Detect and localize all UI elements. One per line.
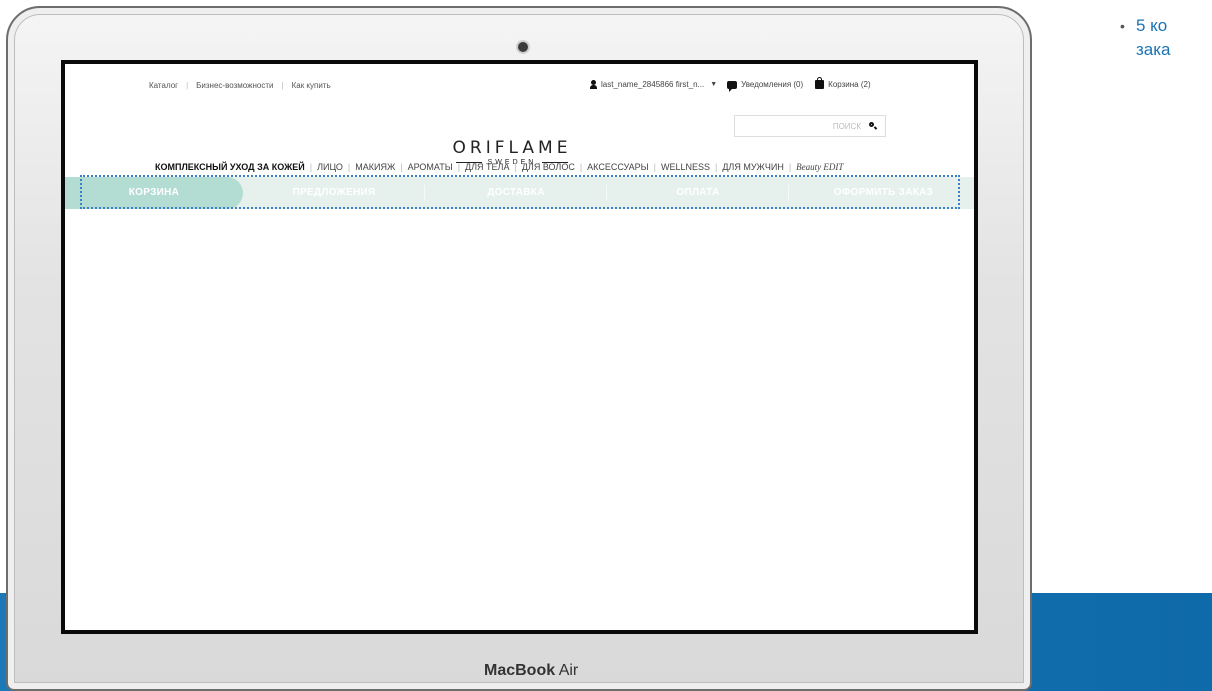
search-input[interactable]: ПОИСК xyxy=(734,115,886,137)
nav-makeup[interactable]: МАКИЯЖ xyxy=(355,162,395,172)
nav-men[interactable]: ДЛЯ МУЖЧИН xyxy=(722,162,784,172)
checkout-steps: КОРЗИНА ПРЕДЛОЖЕНИЯ ДОСТАВКА ОПЛАТА ОФОР… xyxy=(65,175,974,209)
category-nav: КОМПЛЕКСНЫЙ УХОД ЗА КОЖЕЙ | ЛИЦО | МАКИЯЖ | АР… xyxy=(155,162,843,172)
nav-wellness[interactable]: WELLNESS xyxy=(661,162,710,172)
logo-main-text: ORIFLAME xyxy=(452,138,572,158)
laptop-brand: MacBook Air xyxy=(484,662,578,680)
separator: | xyxy=(309,162,313,172)
bullet-line-2: зака xyxy=(1136,40,1171,59)
cart-bag-icon xyxy=(815,77,825,89)
top-link-how-to-buy[interactable]: Как купить xyxy=(292,81,331,90)
top-link-catalog[interactable]: Каталог xyxy=(149,81,178,90)
bullet-glyph: • xyxy=(1120,18,1125,34)
notifications-link[interactable]: Уведомления (0) xyxy=(741,80,803,89)
user-icon xyxy=(590,80,597,89)
nav-fragrances[interactable]: АРОМАТЫ xyxy=(408,162,453,172)
separator: | xyxy=(653,162,656,172)
nav-beauty-edit[interactable]: Beauty EDIT xyxy=(796,162,843,172)
user-area: last_name_2845866 first_n... ▼ Уведомлен… xyxy=(590,77,871,92)
cart-link[interactable]: Корзина (2) xyxy=(828,80,870,89)
nav-accessories[interactable]: АКСЕССУАРЫ xyxy=(587,162,648,172)
nav-hair[interactable]: ДЛЯ ВОЛОС xyxy=(522,162,575,172)
nav-face[interactable]: ЛИЦО xyxy=(317,162,343,172)
highlight-dotted-frame xyxy=(80,175,960,209)
separator: | xyxy=(347,162,351,172)
separator: | xyxy=(400,162,403,172)
separator: | xyxy=(514,162,517,172)
laptop-screen: Каталог | Бизнес-возможности | Как купить la… xyxy=(61,60,978,634)
separator: | xyxy=(714,162,718,172)
brand-light: Air xyxy=(555,662,579,679)
separator: | xyxy=(579,162,583,172)
separator: | xyxy=(788,162,792,172)
top-link-business[interactable]: Бизнес-возможности xyxy=(196,81,273,90)
separator: | xyxy=(186,81,189,90)
user-name[interactable]: last_name_2845866 first_n... xyxy=(601,80,704,89)
slide-bullet-text: • 5 ко зака xyxy=(1120,14,1171,62)
separator: | xyxy=(281,81,284,90)
nav-skincare-complex[interactable]: КОМПЛЕКСНЫЙ УХОД ЗА КОЖЕЙ xyxy=(155,162,305,172)
camera-icon xyxy=(518,42,528,52)
search-icon[interactable] xyxy=(869,122,877,130)
chevron-down-icon[interactable]: ▼ xyxy=(710,81,717,88)
brand-bold: MacBook xyxy=(484,662,556,679)
search-placeholder: ПОИСК xyxy=(832,121,861,131)
top-links: Каталог | Бизнес-возможности | Как купить xyxy=(149,81,331,90)
nav-body[interactable]: ДЛЯ ТЕЛА xyxy=(465,162,509,172)
notifications-icon xyxy=(727,80,738,92)
separator: | xyxy=(457,162,461,172)
bullet-line-1: 5 ко xyxy=(1136,16,1168,35)
